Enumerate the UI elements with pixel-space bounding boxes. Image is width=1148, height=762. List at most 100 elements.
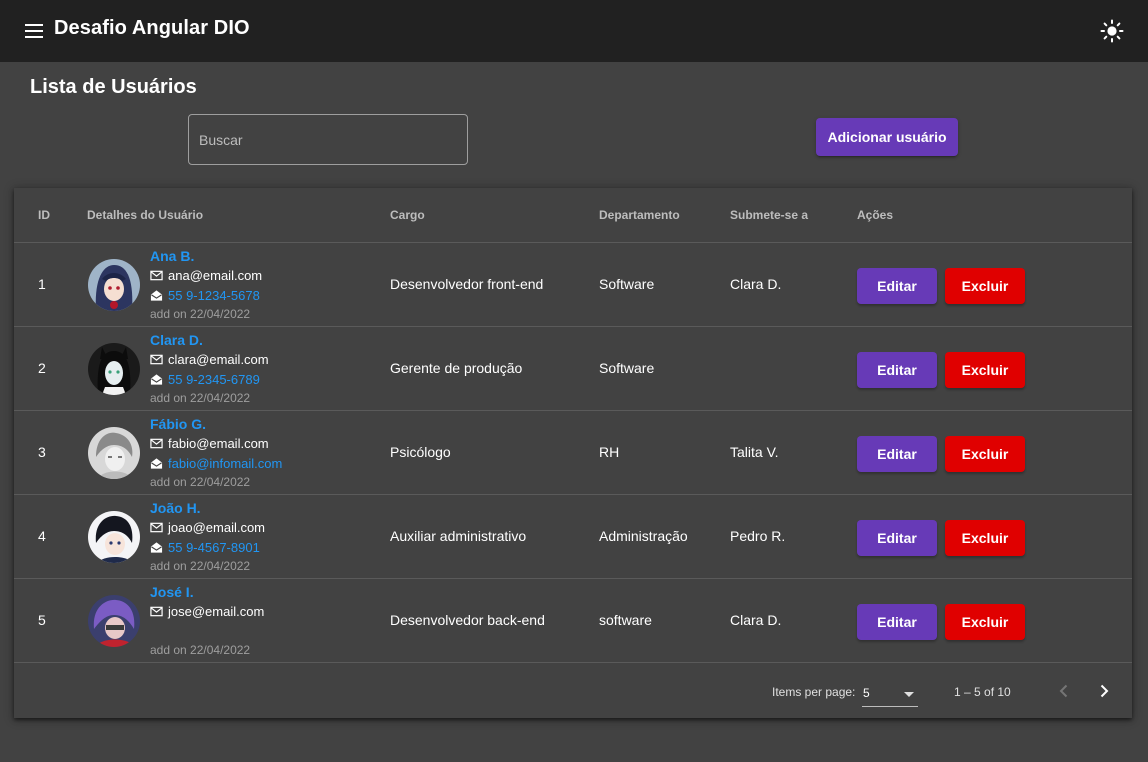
mail-icon	[150, 606, 163, 617]
user-contact-text[interactable]: fabio@infomail.com	[168, 456, 282, 471]
user-email: fabio@email.com	[150, 436, 269, 451]
chevron-left-icon	[1059, 684, 1068, 698]
users-table-card: ID Detalhes do Usuário Cargo Departament…	[14, 188, 1132, 718]
drafts-icon	[150, 374, 163, 385]
page-title: Lista de Usuários	[30, 76, 197, 98]
user-cargo: Gerente de produção	[390, 360, 523, 376]
header-reports-to: Submete-se a	[730, 208, 809, 222]
previous-page-button[interactable]	[1052, 679, 1076, 703]
user-email-text: ana@email.com	[168, 268, 263, 283]
app-toolbar: Desafio Angular DIO	[0, 0, 1148, 62]
page-size-value: 5	[863, 686, 870, 700]
user-contact[interactable]: 55 9-2345-6789	[150, 372, 260, 387]
user-reports-to: Clara D.	[730, 276, 782, 292]
user-name-link[interactable]: Fábio G.	[150, 416, 206, 432]
user-added-date: add on 22/04/2022	[150, 475, 251, 489]
delete-button[interactable]: Excluir	[945, 268, 1025, 304]
avatar	[88, 343, 140, 395]
user-department: software	[599, 612, 652, 628]
search-input[interactable]	[199, 115, 459, 164]
user-department: Software	[599, 360, 655, 376]
sun-icon[interactable]	[1100, 19, 1124, 43]
user-department: RH	[599, 444, 620, 460]
mail-icon	[150, 354, 163, 365]
delete-button[interactable]: Excluir	[945, 604, 1025, 640]
edit-button[interactable]: Editar	[857, 352, 937, 388]
dropdown-arrow-icon	[904, 692, 914, 697]
user-added-date: add on 22/04/2022	[150, 307, 251, 321]
items-per-page-label: Items per page:	[772, 685, 856, 699]
header-actions: Ações	[857, 208, 894, 222]
user-id: 3	[38, 444, 46, 460]
table-row: 4 João H. joao@email.com 55 9-4567-8901 …	[14, 495, 1132, 579]
edit-button[interactable]: Editar	[857, 436, 937, 472]
next-page-button[interactable]	[1092, 679, 1116, 703]
user-email-text: fabio@email.com	[168, 436, 269, 451]
user-name-link[interactable]: José I.	[150, 584, 194, 600]
header-department: Departamento	[599, 208, 680, 222]
menu-icon[interactable]	[24, 22, 44, 40]
user-contact-text[interactable]: 55 9-4567-8901	[168, 540, 260, 555]
user-email-text: joao@email.com	[168, 520, 266, 535]
delete-button[interactable]: Excluir	[945, 352, 1025, 388]
user-cargo: Psicólogo	[390, 444, 451, 460]
delete-button[interactable]: Excluir	[945, 436, 1025, 472]
user-email: ana@email.com	[150, 268, 262, 283]
user-id: 1	[38, 276, 46, 292]
user-name-link[interactable]: João H.	[150, 500, 201, 516]
chevron-right-icon	[1100, 684, 1109, 698]
user-email: joao@email.com	[150, 520, 265, 535]
edit-button[interactable]: Editar	[857, 520, 937, 556]
edit-button[interactable]: Editar	[857, 604, 937, 640]
avatar	[88, 259, 140, 311]
user-reports-to: Talita V.	[730, 444, 779, 460]
header-id: ID	[38, 208, 50, 222]
header-cargo: Cargo	[390, 208, 425, 222]
user-contact[interactable]: fabio@infomail.com	[150, 456, 282, 471]
user-contact[interactable]: 55 9-4567-8901	[150, 540, 260, 555]
paginator: Items per page: 5 1 – 5 of 10	[14, 663, 1132, 718]
drafts-icon	[150, 458, 163, 469]
user-department: Administração	[599, 528, 688, 544]
user-contact-text[interactable]: 55 9-1234-5678	[168, 288, 260, 303]
user-cargo: Auxiliar administrativo	[390, 528, 527, 544]
mail-icon	[150, 438, 163, 449]
app-title: Desafio Angular DIO	[54, 17, 250, 39]
avatar	[88, 595, 140, 647]
user-email-text: jose@email.com	[168, 604, 265, 619]
avatar	[88, 511, 140, 563]
table-row: 1 Ana B. ana@email.com 55 9-1234-5678 ad…	[14, 243, 1132, 327]
table-row: 3 Fábio G. fabio@email.com fabio@infomai…	[14, 411, 1132, 495]
user-email: jose@email.com	[150, 604, 264, 619]
edit-button[interactable]: Editar	[857, 268, 937, 304]
page-range-label: 1 – 5 of 10	[954, 685, 1011, 699]
user-department: Software	[599, 276, 655, 292]
user-id: 2	[38, 360, 46, 376]
mail-icon	[150, 522, 163, 533]
user-added-date: add on 22/04/2022	[150, 643, 251, 657]
user-contact[interactable]: 55 9-1234-5678	[150, 288, 260, 303]
drafts-icon	[150, 290, 163, 301]
user-contact-text[interactable]: 55 9-2345-6789	[168, 372, 260, 387]
table-header-row: ID Detalhes do Usuário Cargo Departament…	[14, 188, 1132, 243]
header-details: Detalhes do Usuário	[87, 208, 204, 222]
user-cargo: Desenvolvedor front-end	[390, 276, 544, 292]
search-field[interactable]	[188, 114, 468, 165]
add-user-button[interactable]: Adicionar usuário	[816, 118, 958, 156]
user-name-link[interactable]: Ana B.	[150, 248, 194, 264]
user-id: 5	[38, 612, 46, 628]
user-name-link[interactable]: Clara D.	[150, 332, 203, 348]
avatar	[88, 427, 140, 479]
drafts-icon	[150, 542, 163, 553]
delete-button[interactable]: Excluir	[945, 520, 1025, 556]
page-size-select[interactable]: 5	[862, 683, 918, 707]
user-added-date: add on 22/04/2022	[150, 559, 251, 573]
user-email-text: clara@email.com	[168, 352, 269, 367]
mail-icon	[150, 270, 163, 281]
user-added-date: add on 22/04/2022	[150, 391, 251, 405]
user-reports-to: Pedro R.	[730, 528, 786, 544]
table-row: 2 Clara D. clara@email.com 55 9-2345-678…	[14, 327, 1132, 411]
table-row: 5 José I. jose@email.com add on 22/04/20…	[14, 579, 1132, 663]
user-id: 4	[38, 528, 46, 544]
user-reports-to: Clara D.	[730, 612, 782, 628]
